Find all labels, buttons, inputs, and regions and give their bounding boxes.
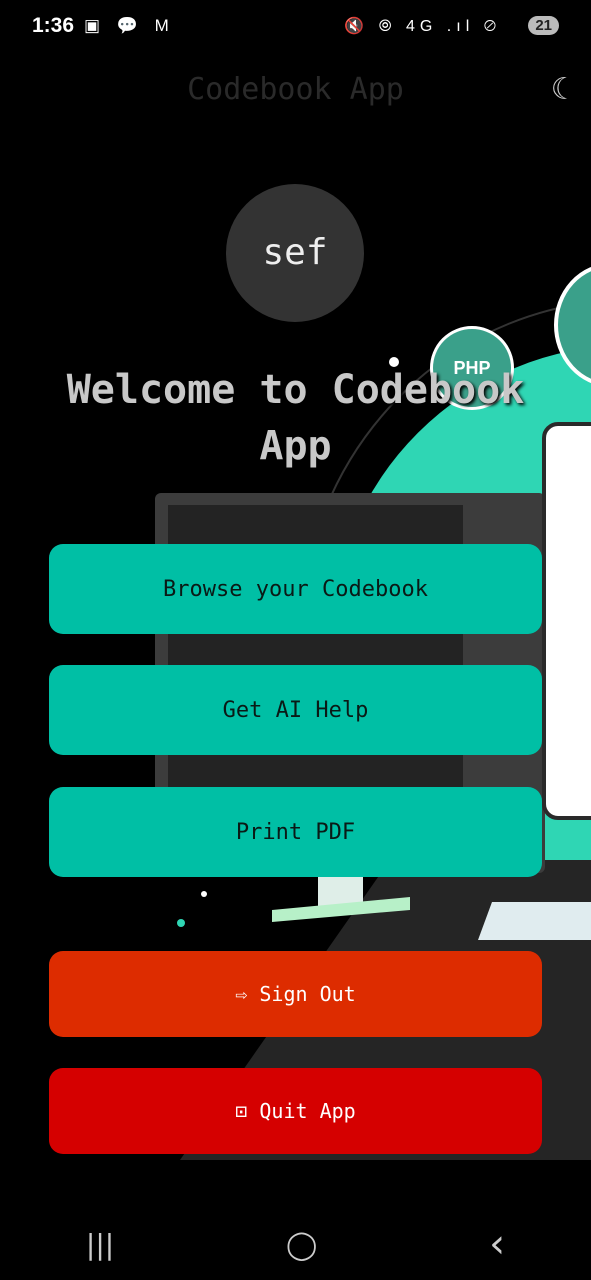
print-pdf-label: Print PDF — [235, 819, 356, 845]
home-icon[interactable]: ◯ — [286, 1228, 317, 1261]
quit-app-button[interactable]: ⊡ Quit App — [49, 1068, 542, 1154]
print-pdf-button[interactable]: Print PDF — [49, 787, 542, 877]
ai-help-label: Get AI Help — [222, 697, 369, 723]
phone-illustration — [542, 422, 591, 820]
browse-label: Browse your Codebook — [163, 576, 428, 602]
exit-icon: ⊡ — [235, 1099, 248, 1123]
logout-icon: ⇨ — [235, 982, 248, 1006]
back-icon[interactable]: ‹ — [489, 1221, 505, 1267]
sign-out-label: Sign Out — [259, 982, 356, 1006]
avatar: sef — [226, 184, 364, 322]
ai-help-button[interactable]: Get AI Help — [49, 665, 542, 755]
keyboard-illustration — [478, 902, 591, 940]
dot — [177, 919, 185, 927]
navigation-bar: ||| ◯ ‹ — [0, 1208, 591, 1280]
quit-label: Quit App — [259, 1099, 356, 1123]
browse-codebook-button[interactable]: Browse your Codebook — [49, 544, 542, 634]
dot — [201, 891, 207, 897]
recents-icon[interactable]: ||| — [86, 1228, 114, 1261]
welcome-heading: Welcome to Codebook App — [66, 367, 525, 469]
sign-out-button[interactable]: ⇨ Sign Out — [49, 951, 542, 1037]
